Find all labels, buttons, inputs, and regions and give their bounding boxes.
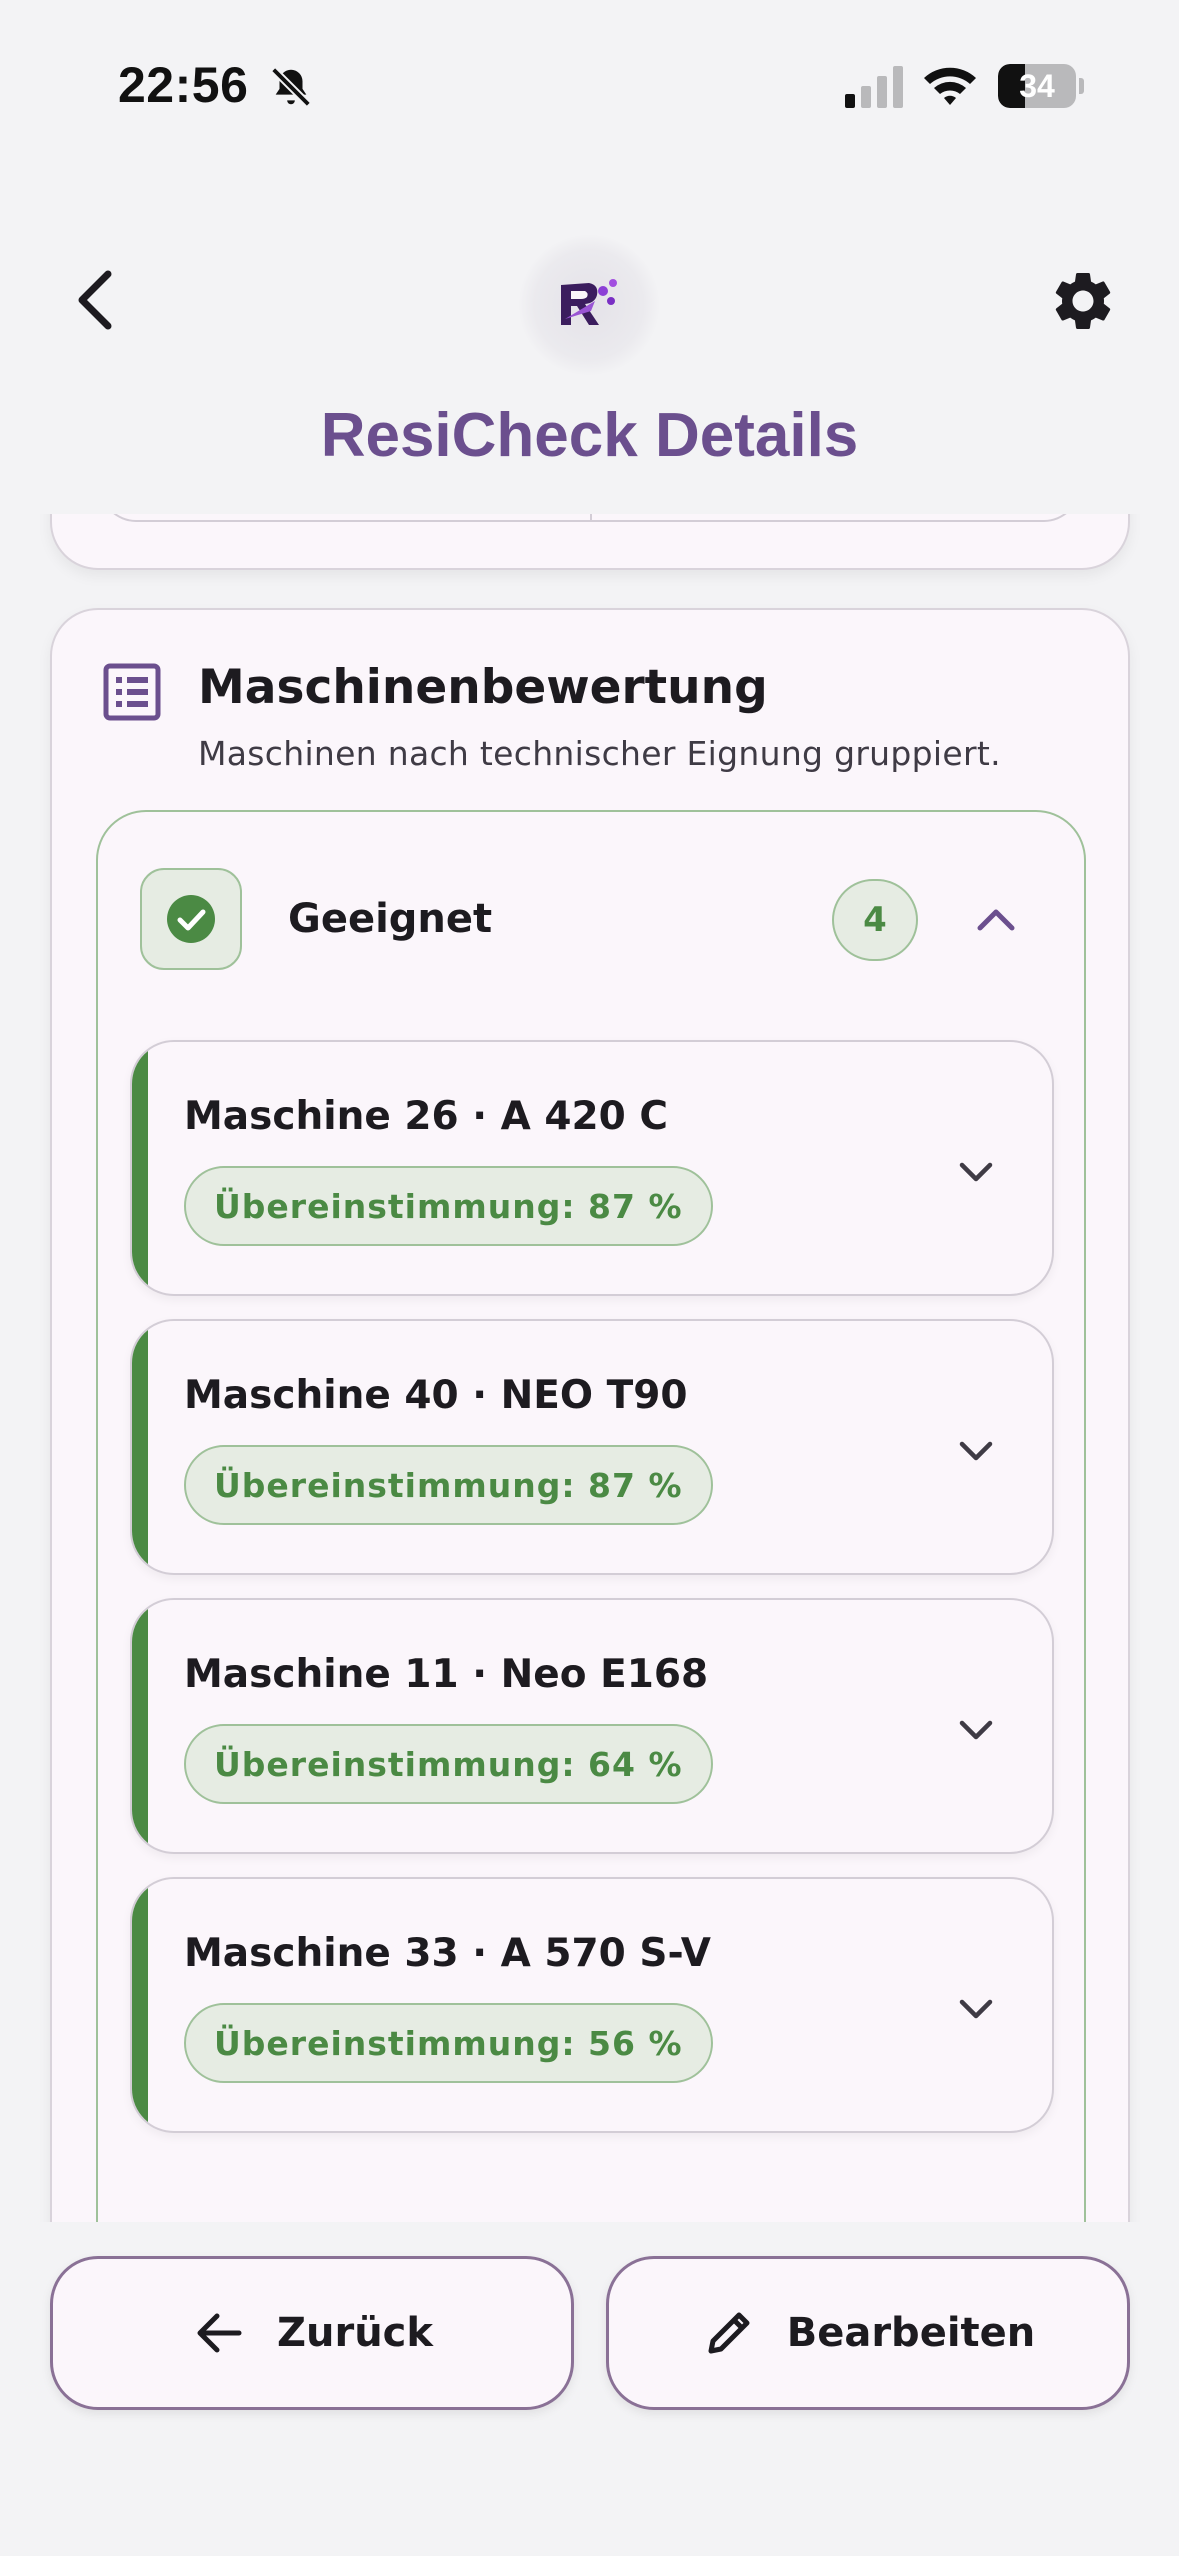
match-badge: Übereinstimmung: 87 % xyxy=(184,1166,713,1246)
back-button-label: Zurück xyxy=(277,2310,433,2356)
pencil-icon xyxy=(708,2312,750,2354)
back-button[interactable]: Zurück xyxy=(50,2256,574,2410)
group-suitable: Geeignet 4 Maschine 26 · A 420 C Überein… xyxy=(96,810,1086,2300)
machine-rating-card: Maschinenbewertung Maschinen nach techni… xyxy=(50,608,1130,2308)
app-header: ResiCheck Details xyxy=(0,170,1179,514)
machine-card[interactable]: Maschine 26 · A 420 C Übereinstimmung: 8… xyxy=(130,1040,1054,1296)
wifi-icon xyxy=(924,67,976,105)
app-logo-mark xyxy=(561,279,617,325)
bottom-action-bar: Zurück Bearbeiten xyxy=(0,2222,1179,2556)
cellular-signal-icon xyxy=(845,66,903,108)
back-chevron-icon[interactable] xyxy=(66,260,126,340)
gear-icon[interactable] xyxy=(1048,266,1118,336)
chevron-down-icon[interactable] xyxy=(954,1429,998,1473)
arrow-left-icon xyxy=(197,2313,242,2353)
match-badge: Übereinstimmung: 56 % xyxy=(184,2003,713,2083)
group-label: Geeignet xyxy=(288,896,493,942)
machine-title: Maschine 40 · NEO T90 xyxy=(184,1373,688,1418)
chevron-up-icon[interactable] xyxy=(968,892,1024,948)
battery-icon: 34 xyxy=(998,64,1076,108)
section-subtitle: Maschinen nach technischer Eignung grupp… xyxy=(198,734,1001,773)
group-count-badge: 4 xyxy=(832,879,918,961)
status-stripe xyxy=(132,1321,148,1573)
status-bar: 22:56 34 xyxy=(0,0,1179,170)
match-badge: Übereinstimmung: 64 % xyxy=(184,1724,713,1804)
group-status-badge xyxy=(140,868,242,970)
edit-button[interactable]: Bearbeiten xyxy=(606,2256,1130,2410)
chevron-down-icon[interactable] xyxy=(954,1987,998,2031)
machine-title: Maschine 33 · A 570 S-V xyxy=(184,1931,711,1976)
status-stripe xyxy=(132,1879,148,2131)
bell-slash-icon xyxy=(271,67,311,107)
app-logo xyxy=(519,235,659,375)
machine-title: Maschine 26 · A 420 C xyxy=(184,1094,668,1139)
machine-title: Maschine 11 · Neo E168 xyxy=(184,1652,709,1697)
edit-button-label: Bearbeiten xyxy=(786,2310,1036,2356)
match-badge: Übereinstimmung: 87 % xyxy=(184,1445,713,1525)
status-time: 22:56 xyxy=(118,57,249,113)
battery-level: 34 xyxy=(1019,67,1055,104)
chevron-down-icon[interactable] xyxy=(954,1708,998,1752)
list-icon xyxy=(103,663,161,721)
machine-card[interactable]: Maschine 11 · Neo E168 Übereinstimmung: … xyxy=(130,1598,1054,1854)
check-circle-icon xyxy=(167,895,215,943)
chevron-down-icon[interactable] xyxy=(954,1150,998,1194)
page-title: ResiCheck Details xyxy=(320,401,859,470)
machine-card[interactable]: Maschine 33 · A 570 S-V Übereinstimmung:… xyxy=(130,1877,1054,2133)
status-stripe xyxy=(132,1042,148,1294)
status-stripe xyxy=(132,1600,148,1852)
battery-tip xyxy=(1079,78,1084,94)
section-title: Maschinenbewertung xyxy=(198,660,768,715)
machine-card[interactable]: Maschine 40 · NEO T90 Übereinstimmung: 8… xyxy=(130,1319,1054,1575)
